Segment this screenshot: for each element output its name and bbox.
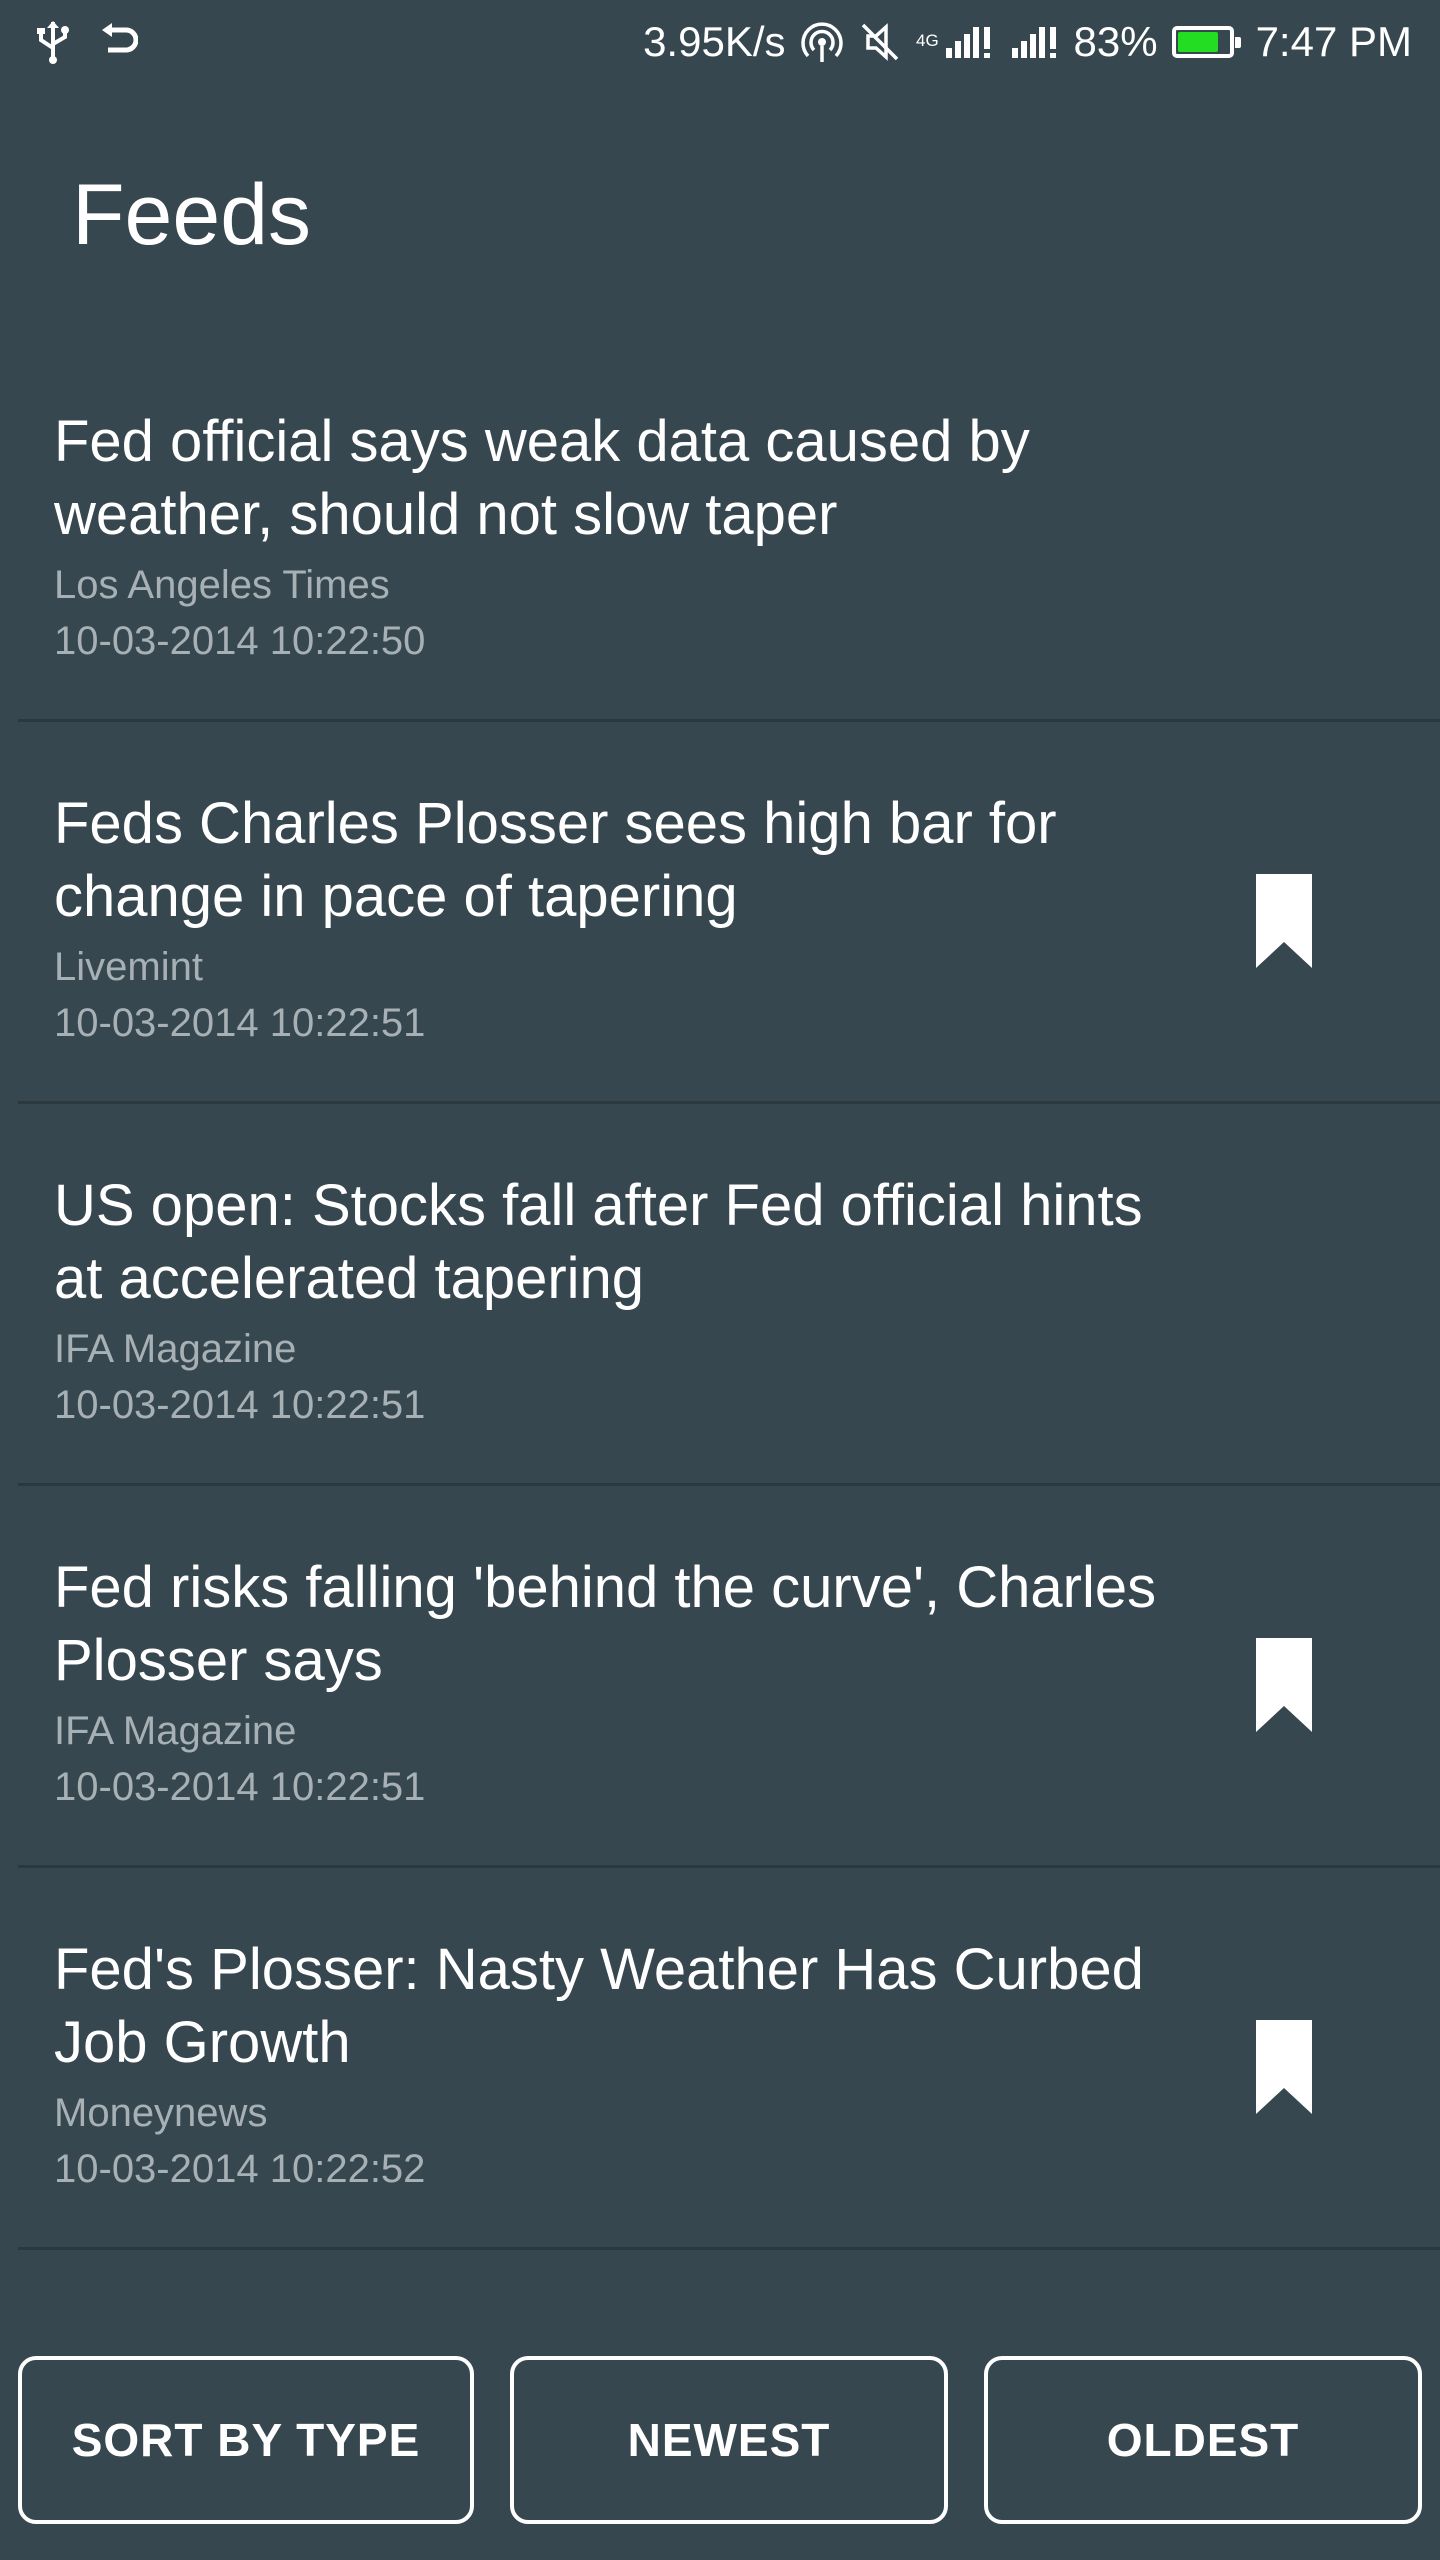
feed-title: US open: Stocks fall after Fed official … (54, 1173, 1143, 1311)
sort-oldest-button[interactable]: OLDEST (984, 2356, 1422, 2524)
network-speed: 3.95K/s (643, 18, 786, 65)
back-arrow-icon (98, 22, 138, 62)
clock: 7:47 PM (1255, 18, 1412, 65)
signal-icon: 4G (916, 20, 996, 64)
status-bar-left (36, 20, 166, 64)
battery-percent: 83% (1073, 18, 1158, 65)
page-title: Feeds (72, 167, 312, 263)
feed-source: IFA Magazine (54, 1327, 297, 1371)
feed-list: Fed official says weak data caused by we… (0, 340, 1440, 2250)
feed-title: Feds Charles Plosser sees high bar for c… (54, 791, 1057, 929)
sort-newest-button[interactable]: NEWEST (510, 2356, 948, 2524)
battery-icon (1171, 26, 1241, 58)
status-bar: 3.95K/s 4G 83% 7:47 PM (0, 0, 1440, 84)
mute-icon (858, 20, 902, 64)
feed-timestamp: 10-03-2014 10:22:51 (54, 1001, 426, 1045)
feed-title: Fed risks falling 'behind the curve', Ch… (54, 1555, 1157, 1693)
bookmark-icon[interactable] (1254, 872, 1314, 972)
feed-item[interactable]: Fed official says weak data caused by we… (0, 340, 1440, 722)
hotspot-icon (800, 20, 844, 64)
feed-title: Fed official says weak data caused by we… (54, 409, 1030, 547)
bookmark-icon[interactable] (1254, 1636, 1314, 1736)
sort-bar: SORT BY TYPE NEWEST OLDEST (0, 2356, 1440, 2524)
status-bar-right: 3.95K/s 4G 83% 7:47 PM (629, 18, 1412, 66)
feed-source: IFA Magazine (54, 1709, 297, 1753)
feed-source: Moneynews (54, 2091, 268, 2135)
usb-icon (36, 20, 70, 64)
feed-source: Livemint (54, 945, 203, 989)
feed-title: Fed's Plosser: Nasty Weather Has Curbed … (54, 1937, 1144, 2075)
feed-timestamp: 10-03-2014 10:22:51 (54, 1765, 426, 1809)
feed-item[interactable]: Fed risks falling 'behind the curve', Ch… (0, 1486, 1440, 1868)
feed-item[interactable]: Fed's Plosser: Nasty Weather Has Curbed … (0, 1868, 1440, 2250)
network-type-label: 4G (916, 31, 939, 50)
feed-item[interactable]: Feds Charles Plosser sees high bar for c… (0, 722, 1440, 1104)
sort-by-type-button[interactable]: SORT BY TYPE (18, 2356, 474, 2524)
bookmark-icon[interactable] (1254, 2018, 1314, 2118)
feed-source: Los Angeles Times (54, 563, 390, 607)
feed-timestamp: 10-03-2014 10:22:52 (54, 2147, 426, 2191)
feed-timestamp: 10-03-2014 10:22:51 (54, 1383, 426, 1427)
signal-icon (1010, 20, 1060, 64)
feed-item[interactable]: US open: Stocks fall after Fed official … (0, 1104, 1440, 1486)
feed-timestamp: 10-03-2014 10:22:50 (54, 619, 426, 663)
battery-level-fill (1177, 32, 1219, 52)
